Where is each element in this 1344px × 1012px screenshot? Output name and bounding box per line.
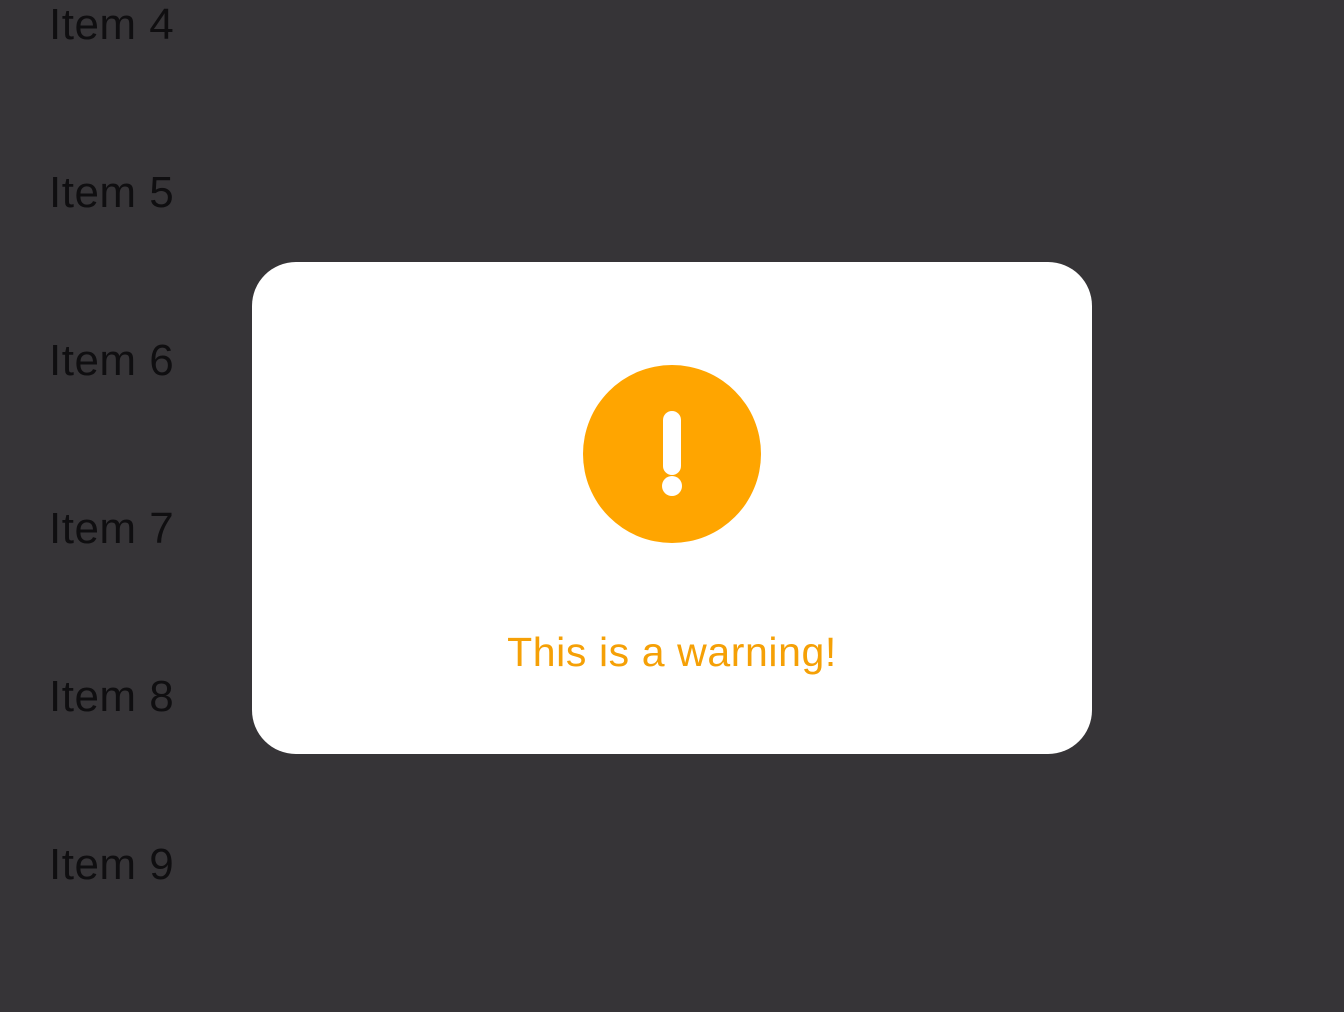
warning-message: This is a warning! <box>507 629 837 675</box>
warning-exclamation-icon <box>583 365 761 543</box>
warning-dialog: This is a warning! <box>252 262 1092 754</box>
